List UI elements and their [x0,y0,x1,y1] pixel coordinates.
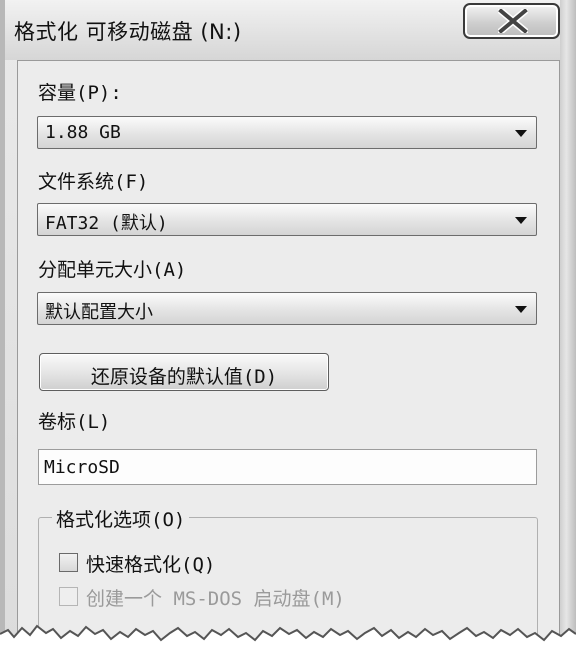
quick-format-label[interactable]: 快速格式化(Q) [86,550,215,577]
chevron-down-icon [515,130,527,137]
msdos-boot-checkbox [59,587,78,606]
allocation-size-label: 分配单元大小(A) [38,259,187,281]
window-left-frame [0,0,5,654]
msdos-boot-label: 创建一个 MS-DOS 启动盘(M) [86,588,345,610]
window-title: 格式化 可移动磁盘 (N:) [14,20,242,44]
volume-label-value: MicroSD [44,457,120,478]
allocation-size-select[interactable]: 默认配置大小 [37,292,537,325]
torn-paper-edge [0,624,576,654]
volume-label-input[interactable]: MicroSD [38,449,537,485]
capacity-select[interactable]: 1.88 GB [37,116,537,149]
format-dialog-window: 格式化 可移动磁盘 (N:) 容量(P): 1.88 GB 文件系统(F) FA… [0,0,576,654]
file-system-select[interactable]: FAT32 (默认) [37,203,537,236]
chevron-down-icon [515,217,527,224]
allocation-size-value: 默认配置大小 [45,302,153,323]
window-right-frame [560,0,576,654]
volume-label-label: 卷标(L) [38,411,111,433]
close-x-icon [498,9,528,33]
file-system-label: 文件系统(F) [38,171,149,193]
format-options-title: 格式化选项(O) [52,505,190,532]
restore-defaults-button[interactable]: 还原设备的默认值(D) [39,353,329,391]
capacity-value: 1.88 GB [45,122,121,143]
quick-format-checkbox[interactable] [59,553,78,572]
file-system-value: FAT32 (默认) [45,213,168,234]
chevron-down-icon [515,306,527,313]
close-button[interactable] [463,3,560,39]
capacity-label: 容量(P): [38,82,122,104]
restore-defaults-label: 还原设备的默认值(D) [90,366,278,388]
